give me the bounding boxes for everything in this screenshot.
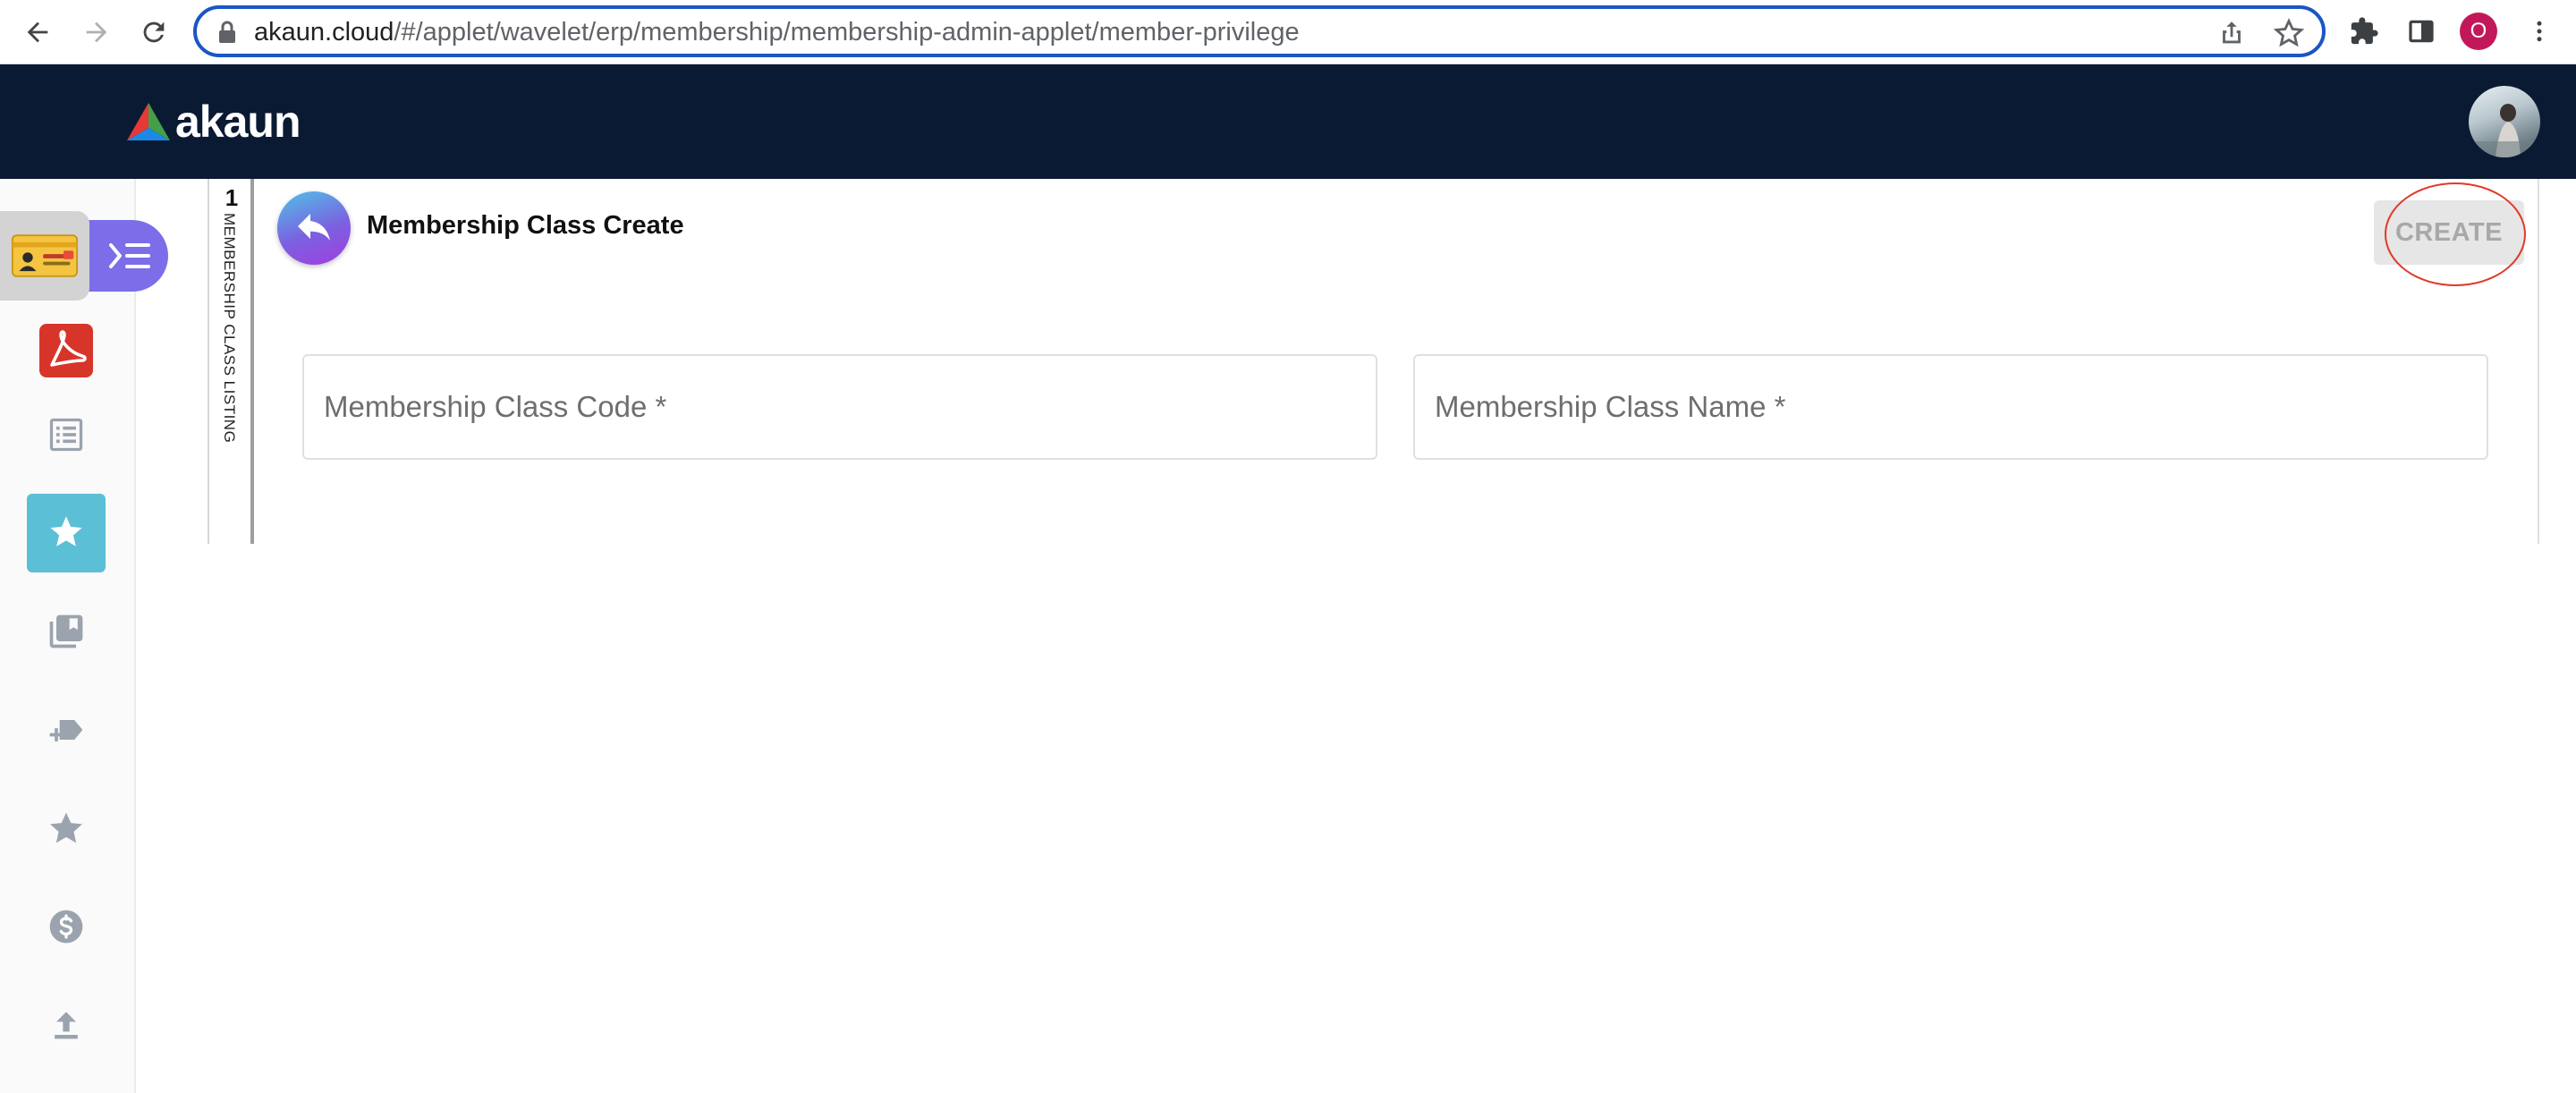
browser-toolbar: akaun.cloud/#/applet/wavelet/erp/members… [0, 0, 2576, 64]
star-sparkle-icon[interactable] [27, 494, 106, 572]
dollar-icon[interactable] [39, 900, 93, 953]
reply-arrow-icon [298, 214, 330, 241]
share-icon[interactable] [2216, 18, 2247, 48]
membership-class-code-field[interactable] [302, 354, 1377, 460]
membership-class-listing-tab[interactable]: 1 MEMBERSHIP CLASS LISTING [208, 179, 254, 544]
browser-profile-avatar[interactable]: O [2460, 13, 2497, 50]
upload-icon[interactable] [39, 998, 93, 1052]
more-vert-icon[interactable] [2522, 14, 2556, 48]
panel-divider [2538, 179, 2539, 544]
user-avatar[interactable] [2469, 86, 2540, 157]
avatar-photo-icon [2469, 104, 2540, 157]
page-title: Membership Class Create [367, 211, 684, 240]
membership-class-name-field[interactable] [1413, 354, 2488, 460]
logo-text: akaun [175, 97, 301, 147]
membership-class-code-input[interactable] [304, 356, 1376, 458]
address-bar[interactable]: akaun.cloud/#/applet/wavelet/erp/members… [193, 5, 2326, 57]
side-panel-icon[interactable] [2404, 14, 2438, 48]
url-host: akaun.cloud [254, 18, 394, 47]
app-header: akaun [0, 64, 2576, 179]
url-path: /#/applet/wavelet/erp/membership/members… [394, 18, 1300, 47]
membership-card-icon[interactable] [0, 211, 89, 301]
lock-icon [219, 21, 235, 43]
extensions-puzzle-icon[interactable] [2347, 14, 2381, 48]
list-icon[interactable] [39, 408, 93, 462]
reload-icon[interactable] [132, 11, 175, 54]
bookmark-star-icon[interactable] [2274, 18, 2304, 48]
back-button[interactable] [277, 191, 351, 265]
acrobat-icon[interactable] [39, 324, 93, 377]
create-button[interactable]: CREATE [2374, 200, 2524, 265]
forward-arrow-icon[interactable] [75, 11, 118, 54]
url-text: akaun.cloud/#/applet/wavelet/erp/members… [254, 16, 1300, 48]
membership-applet-tab[interactable] [0, 211, 168, 301]
akaun-logo-icon [127, 103, 170, 140]
tag-add-icon[interactable] [39, 703, 93, 757]
menu-open-icon[interactable] [107, 238, 154, 274]
library-books-icon[interactable] [39, 605, 93, 658]
listing-count: 1 [225, 184, 239, 211]
back-arrow-icon[interactable] [16, 11, 59, 54]
listing-label: MEMBERSHIP CLASS LISTING [221, 213, 238, 444]
star-icon[interactable] [39, 801, 93, 855]
membership-class-name-input[interactable] [1415, 356, 2487, 458]
akaun-logo[interactable]: akaun [125, 95, 301, 148]
